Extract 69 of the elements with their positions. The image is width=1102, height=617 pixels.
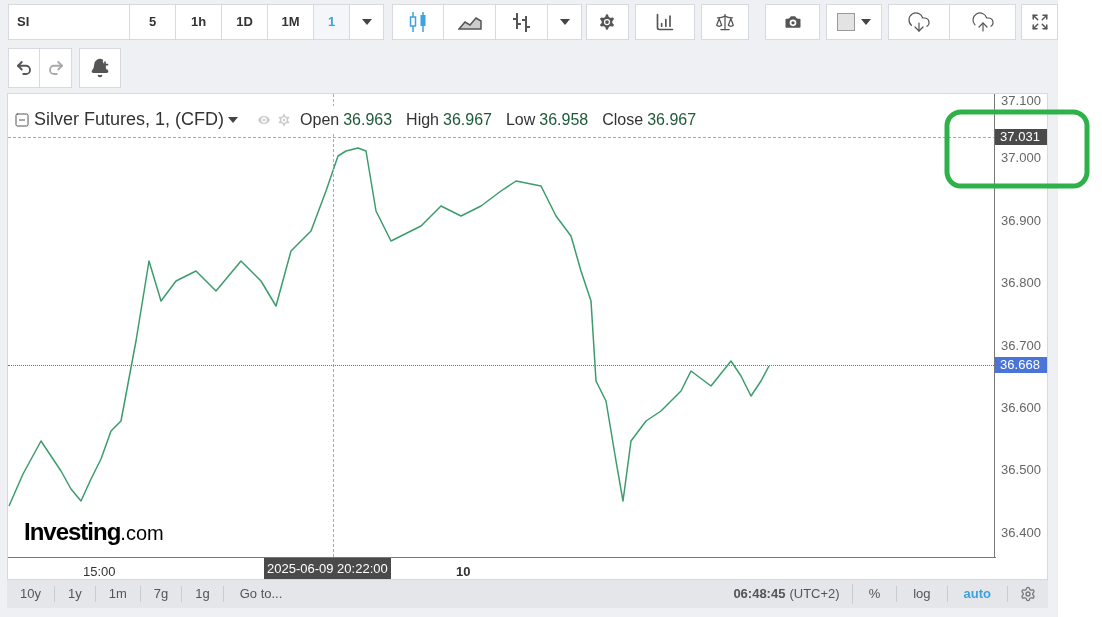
scale-option-button[interactable]: log xyxy=(897,586,948,602)
candlestick-icon xyxy=(409,11,427,33)
load-button[interactable] xyxy=(888,4,951,40)
price-tick-label: 37.100 xyxy=(1001,94,1041,108)
price-tick-label: 36.800 xyxy=(1001,276,1041,291)
color-button[interactable] xyxy=(825,4,883,40)
alert-button[interactable] xyxy=(79,48,121,88)
color-swatch-icon xyxy=(836,13,855,31)
chart-type-button[interactable] xyxy=(496,4,548,40)
caret-icon xyxy=(559,19,570,25)
price-tick-label: 36.700 xyxy=(1001,338,1041,353)
interval-dropdown[interactable] xyxy=(350,4,384,40)
interval-button[interactable]: 5 xyxy=(130,4,176,40)
go-to-button[interactable]: Go to... xyxy=(223,584,299,604)
logo: Investing.com xyxy=(24,517,164,547)
interval-button[interactable]: 1M xyxy=(268,4,314,40)
symbol-field[interactable]: SI xyxy=(8,4,130,40)
crosshair-price-label: 37.031 xyxy=(995,129,1048,145)
chart-type-button[interactable] xyxy=(444,4,496,40)
chart-title: Silver Futures, 1, (CFD) xyxy=(34,108,225,131)
ohlc-label: Open xyxy=(300,109,340,130)
price-tick-label: 37.000 xyxy=(1001,151,1041,166)
scale-option-button[interactable]: % xyxy=(852,586,898,602)
price-tick-label: 36.600 xyxy=(1001,401,1041,415)
fullscreen-icon xyxy=(1030,13,1049,31)
ohlc-label: Close xyxy=(602,109,644,130)
indicators-button[interactable] xyxy=(634,4,695,40)
clock-time: 06:48:45 xyxy=(733,585,786,604)
undo-icon xyxy=(15,59,33,77)
timezone-label: (UTC+2) xyxy=(789,584,853,604)
interval-button[interactable]: 1D xyxy=(222,4,268,40)
ohlc-bars-icon xyxy=(511,11,532,33)
bar-chart-icon xyxy=(654,12,675,32)
cloud-upload-icon xyxy=(970,10,995,34)
range-button[interactable]: 7g xyxy=(140,586,183,602)
crosshair-time-label: 2025-06-09 20:22:00 xyxy=(264,558,391,579)
price-tick-label: 36.400 xyxy=(1001,525,1041,540)
ohlc-value: 36.963 xyxy=(343,109,393,130)
caret-icon xyxy=(228,116,239,123)
range-button[interactable]: 1y xyxy=(54,586,96,602)
time-tick-label: 15:00 xyxy=(83,563,116,581)
caret-icon xyxy=(860,19,871,25)
range-button[interactable]: 1m xyxy=(95,586,141,602)
price-tick-label: 36.900 xyxy=(1001,213,1041,228)
fullscreen-button[interactable] xyxy=(1021,4,1058,40)
ohlc-value: 36.958 xyxy=(539,109,589,130)
cloud-download-icon xyxy=(907,10,932,34)
ohlc-label: High xyxy=(406,109,439,130)
settings-button[interactable] xyxy=(586,4,629,40)
range-button[interactable]: 1g xyxy=(182,586,224,602)
redo-icon xyxy=(46,59,65,77)
chart-type-dropdown[interactable] xyxy=(548,4,582,40)
settings-icon xyxy=(1020,586,1036,602)
price-tick-label: 36.500 xyxy=(1001,463,1041,478)
ohlc-value: 36.967 xyxy=(443,109,492,130)
compare-button[interactable] xyxy=(700,4,750,40)
collapse-icon[interactable] xyxy=(14,111,30,128)
ohlc-value: 36.967 xyxy=(647,109,697,130)
undo-button[interactable] xyxy=(8,48,40,88)
caret-icon xyxy=(361,19,372,25)
range-button[interactable]: 10y xyxy=(7,586,55,602)
interval-button[interactable]: 1h xyxy=(176,4,222,40)
time-tick-label: 10 xyxy=(456,563,471,581)
screenshot-button[interactable] xyxy=(765,4,820,40)
bell-plus-icon xyxy=(90,58,110,78)
area-chart-icon xyxy=(457,14,482,30)
ohlc-label: Low xyxy=(505,109,536,130)
last-price-label: 36.668 xyxy=(995,357,1048,373)
scale-icon xyxy=(715,12,736,32)
